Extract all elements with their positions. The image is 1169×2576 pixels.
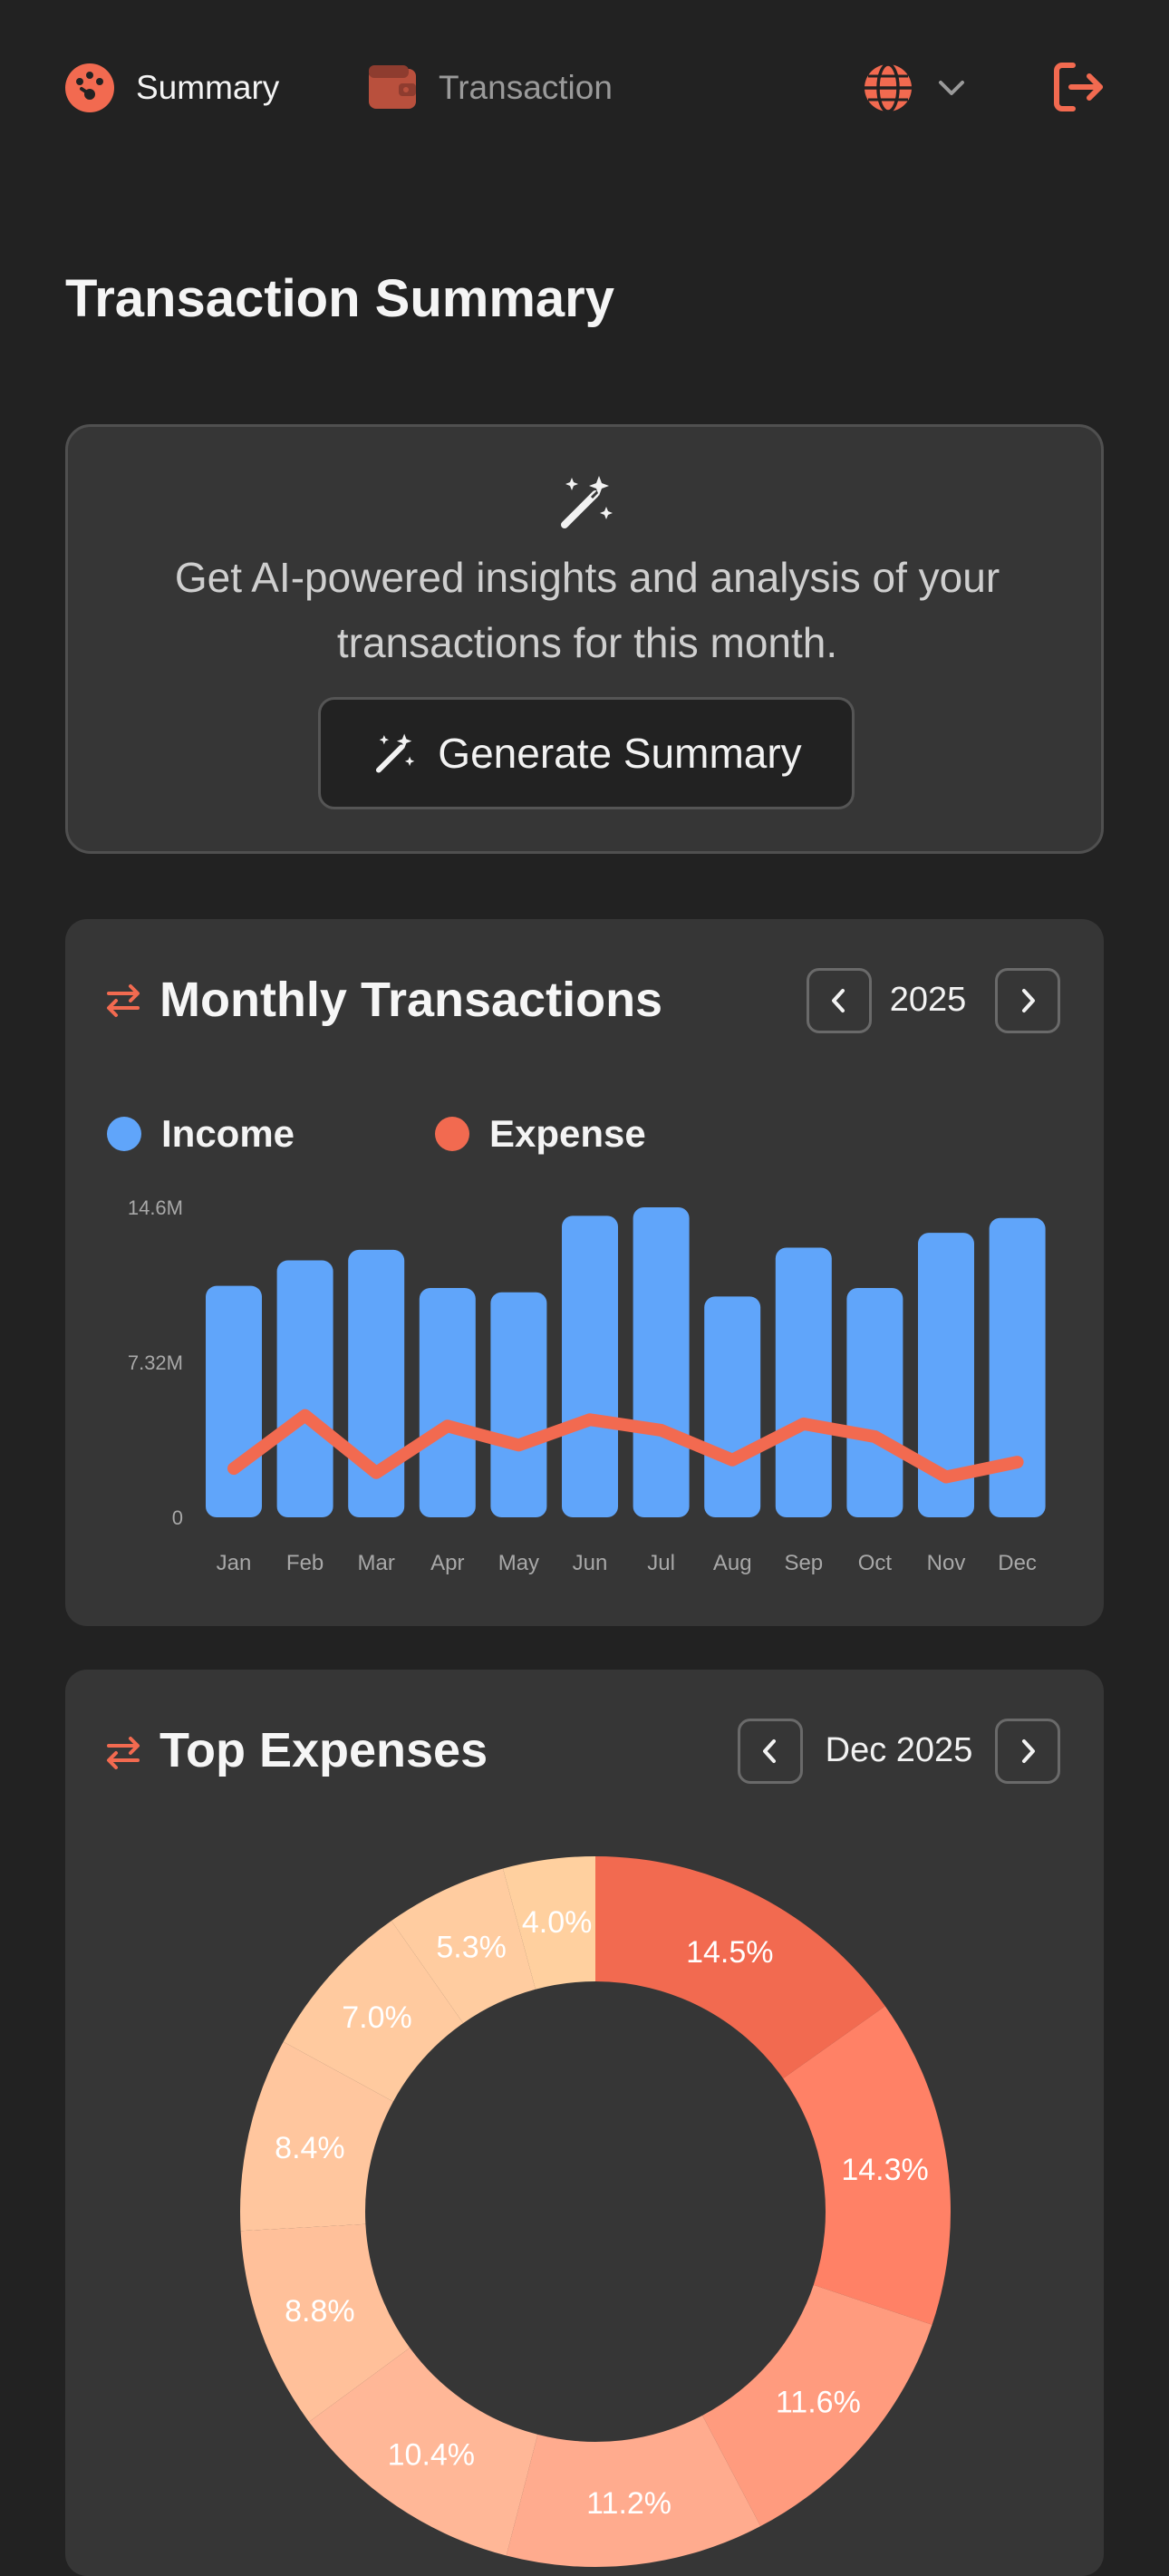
x-tick-label: Nov <box>927 1551 966 1575</box>
x-tick-label: Apr <box>430 1551 464 1575</box>
nav-transaction-label: Transaction <box>439 69 613 106</box>
logout-icon <box>1054 63 1103 111</box>
slice-label: 10.4% <box>388 2437 475 2472</box>
x-tick-label: Dec <box>998 1551 1037 1575</box>
income-bar[interactable] <box>775 1247 832 1517</box>
monthly-transactions-card: Monthly Transactions 2025 Income Expense… <box>65 919 1104 1626</box>
nav-summary[interactable]: Summary <box>63 60 279 116</box>
ai-description-line1: Get AI-powered insights and analysis of … <box>174 554 1000 601</box>
income-bar[interactable] <box>562 1215 618 1517</box>
x-tick-label: Jul <box>647 1551 675 1575</box>
generate-summary-label: Generate Summary <box>438 730 802 777</box>
generate-summary-button[interactable]: Generate Summary <box>318 697 855 809</box>
slice-label: 5.3% <box>436 1930 507 1964</box>
top-expenses-card: Top Expenses Dec 2025 14.5% 14.3% 11.6% 11.… <box>65 1670 1104 2576</box>
x-tick-label: Jun <box>573 1551 608 1575</box>
x-tick-label: Aug <box>713 1551 752 1575</box>
slice-label: 14.5% <box>686 1935 773 1970</box>
income-bar[interactable] <box>490 1292 547 1517</box>
slice-label: 8.4% <box>275 2131 345 2165</box>
ai-description-line2: transactions for this month. <box>336 619 838 666</box>
nav-summary-label: Summary <box>136 69 280 106</box>
magic-wand-icon <box>561 476 613 528</box>
y-tick-label: 0 <box>172 1506 183 1529</box>
wallet-icon <box>369 65 416 109</box>
globe-icon <box>865 63 912 113</box>
dashboard-icon <box>65 63 114 112</box>
slice-label: 4.0% <box>522 1905 593 1940</box>
nav-transaction[interactable]: Transaction <box>366 60 613 116</box>
slice-label: 11.6% <box>776 2385 861 2419</box>
x-tick-label: Feb <box>286 1551 324 1575</box>
logout-button[interactable] <box>1049 58 1107 116</box>
slice-label: 14.3% <box>841 2153 928 2187</box>
slice-label: 7.0% <box>342 2000 412 2035</box>
slice-label: 8.8% <box>285 2294 355 2329</box>
magic-wand-icon <box>376 733 415 773</box>
y-tick-label: 14.6M <box>128 1196 183 1219</box>
ai-description: Get AI-powered insights and analysis of … <box>122 545 1052 675</box>
monthly-bar-chart: 0 7.32M 14.6M Jan Feb Mar Apr May Jun Jul Aug Sep Oc… <box>128 1196 1046 1575</box>
top-expenses-donut-chart: 14.5% 14.3% 11.6% 11.2% 10.4% 8.8% 8.4% 7.0% 5.3… <box>240 1856 951 2567</box>
income-bar[interactable] <box>846 1288 903 1517</box>
x-tick-label: Oct <box>858 1551 893 1575</box>
income-bar[interactable] <box>419 1288 476 1517</box>
x-tick-label: May <box>498 1551 539 1575</box>
income-bar[interactable] <box>276 1260 333 1517</box>
x-tick-label: Mar <box>358 1551 395 1575</box>
language-selector[interactable] <box>861 60 971 116</box>
top-nav: Summary Transaction <box>0 0 1169 172</box>
page-title: Transaction Summary <box>65 269 614 328</box>
income-bar[interactable] <box>206 1285 262 1517</box>
chevron-down-icon <box>939 81 964 95</box>
slice-label: 11.2% <box>586 2486 671 2521</box>
income-bar[interactable] <box>704 1296 761 1517</box>
ai-insights-card: Get AI-powered insights and analysis of … <box>65 424 1104 854</box>
x-tick-label: Sep <box>784 1551 823 1575</box>
income-bar[interactable] <box>633 1207 690 1517</box>
x-tick-label: Jan <box>217 1551 252 1575</box>
y-tick-label: 7.32M <box>128 1351 183 1374</box>
